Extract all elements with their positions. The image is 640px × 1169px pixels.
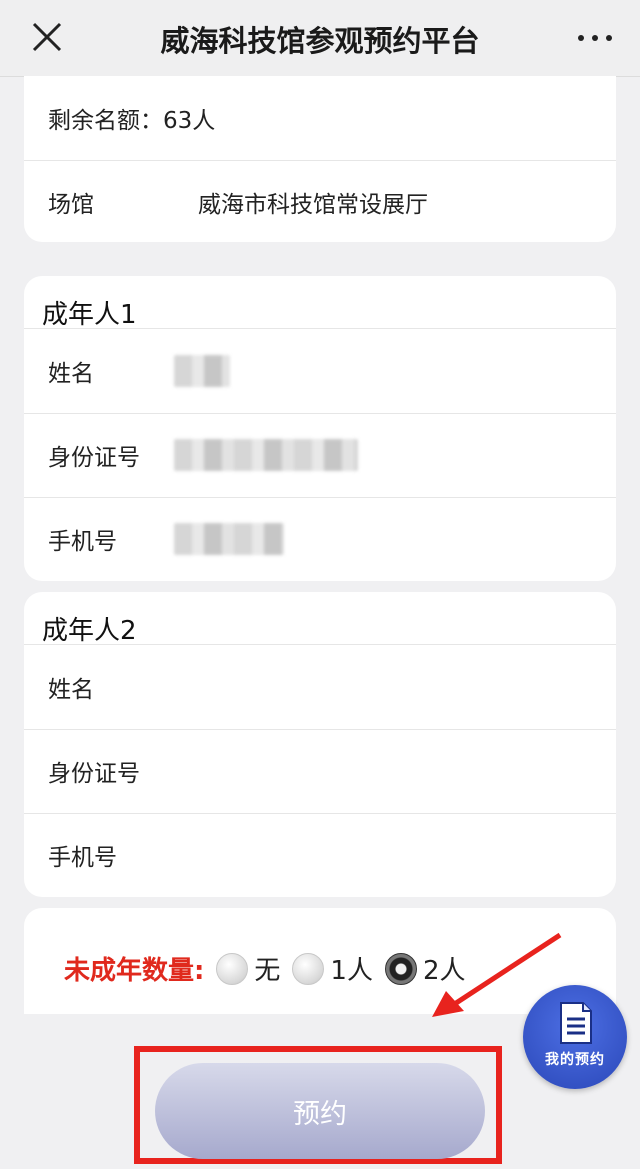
adult1-phone-row[interactable]: 手机号 [24,497,616,581]
my-reservations-label: 我的预约 [545,1052,605,1068]
venue-value: 威海市科技馆常设展厅 [198,192,428,218]
phone-field-redacted[interactable] [174,523,284,555]
adult2-card: 成年人2 姓名 身份证号 手机号 [24,592,616,897]
my-reservations-button[interactable]: 我的预约 [523,985,627,1089]
remaining-quota: 剩余名额：63人 [48,108,216,134]
phone-label: 手机号 [48,529,117,555]
name-label: 姓名 [48,677,94,703]
page-title: 威海科技馆参观预约平台 [160,24,480,58]
minors-label: 未成年数量: [64,956,205,986]
venue-label: 场馆 [48,192,94,218]
radio-two[interactable] [384,952,417,985]
phone-label: 手机号 [48,845,117,871]
venue-row: 场馆 威海市科技馆常设展厅 [24,160,616,242]
name-label: 姓名 [48,361,94,387]
adult2-name-row[interactable]: 姓名 [24,645,616,730]
more-options-icon[interactable] [576,24,614,50]
adult1-card: 成年人1 姓名 身份证号 手机号 [24,276,616,581]
venue-info-card: 剩余名额：63人 场馆 威海市科技馆常设展厅 [24,76,616,242]
reserve-button[interactable]: 预约 [155,1063,485,1159]
remaining-row: 剩余名额：63人 [24,76,616,161]
radio-none[interactable] [216,952,249,985]
top-bar: 威海科技馆参观预约平台 [0,0,640,77]
name-field-redacted[interactable] [174,355,230,387]
adult2-id-row[interactable]: 身份证号 [24,729,616,814]
id-field-redacted[interactable] [174,439,358,471]
adult1-title: 成年人1 [42,300,137,330]
adult2-phone-row[interactable]: 手机号 [24,813,616,897]
adult1-id-row[interactable]: 身份证号 [24,413,616,498]
adult1-name-row[interactable]: 姓名 [24,329,616,414]
adult2-title: 成年人2 [42,616,137,646]
id-label: 身份证号 [48,445,140,471]
option-none-label[interactable]: 无 [254,950,280,987]
radio-one[interactable] [292,952,325,985]
id-label: 身份证号 [48,761,140,787]
option-one-label[interactable]: 1人 [330,950,373,987]
minors-radio-group: 未成年数量: 无 1人 2人 [64,950,474,987]
document-icon [560,1002,592,1044]
